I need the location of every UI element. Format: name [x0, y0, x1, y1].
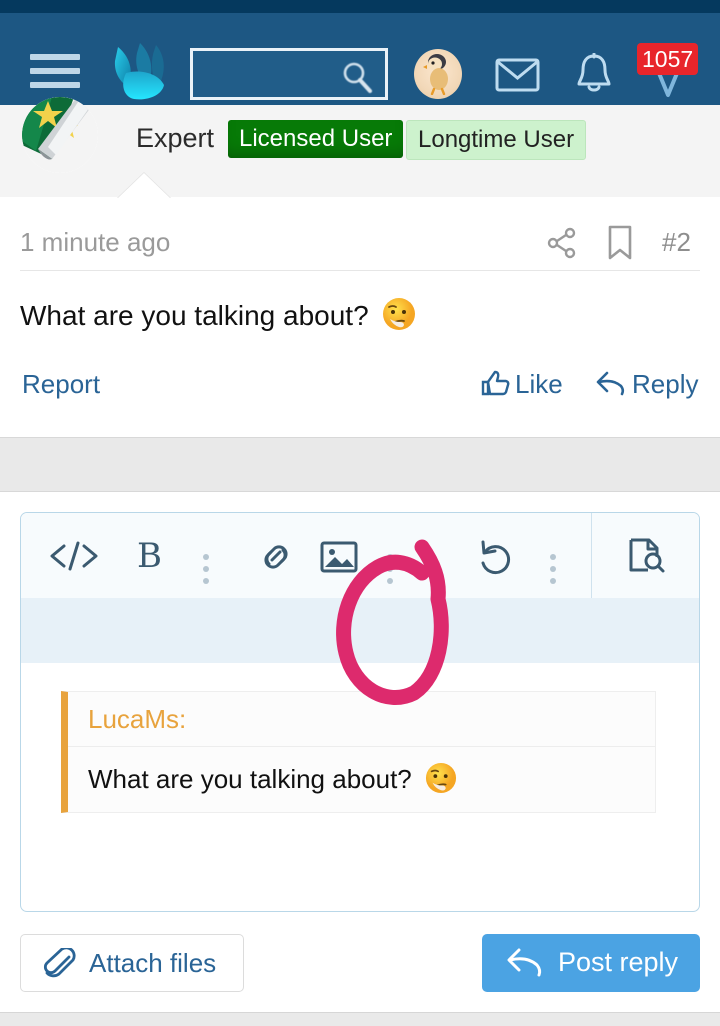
- attach-files-button[interactable]: Attach files: [20, 934, 244, 992]
- thinking-face-icon: [425, 762, 457, 801]
- post-caret: [118, 173, 170, 198]
- badge-longtime-user: Longtime User: [406, 120, 587, 160]
- undo-icon[interactable]: [477, 538, 517, 576]
- hamburger-icon[interactable]: [30, 54, 80, 88]
- code-icon[interactable]: [47, 538, 101, 574]
- post-number: #2: [662, 227, 691, 257]
- post-message-text: What are you talking about?: [20, 300, 369, 331]
- site-header: 1057: [0, 13, 720, 105]
- avatar[interactable]: [414, 49, 462, 99]
- thinking-face-icon: [382, 297, 416, 338]
- post-user-strip: Expert Licensed User Longtime User: [0, 97, 720, 198]
- post-reply-label: Post reply: [558, 947, 679, 977]
- post-author-avatar[interactable]: [22, 97, 98, 173]
- toolbar-divider: [591, 513, 592, 598]
- bell-icon[interactable]: [576, 53, 612, 95]
- more-dots-icon[interactable]: [203, 554, 209, 584]
- forum-page: 1057 Expert Licensed User Longtime User: [0, 0, 720, 1026]
- bottom-bar: [0, 1012, 720, 1026]
- user-title: Expert: [136, 123, 215, 153]
- post-timestamp: 1 minute ago: [20, 227, 171, 257]
- more-dots-icon[interactable]: [387, 554, 393, 584]
- post-reply-button[interactable]: Post reply: [482, 934, 700, 992]
- reply-arrow-icon: [507, 948, 542, 977]
- more-dots-icon[interactable]: [550, 554, 556, 584]
- reply-label: Reply: [632, 369, 699, 399]
- top-strip: [0, 0, 720, 13]
- search-field[interactable]: [199, 55, 343, 97]
- editor-toolbar-row-2: [21, 598, 699, 735]
- image-icon[interactable]: [320, 540, 358, 574]
- quote-text: What are you talking about?: [88, 762, 457, 801]
- section-separator: [0, 437, 720, 492]
- attach-files-label: Attach files: [89, 948, 217, 978]
- report-link[interactable]: Report: [22, 369, 100, 400]
- editor-toolbar-row-1: B: [21, 513, 699, 598]
- quote-text-content: What are you talking about?: [88, 764, 412, 794]
- alert-count-badge[interactable]: 1057: [637, 43, 699, 75]
- quote-author: LucaMs:: [88, 704, 187, 734]
- paperclip-icon: [43, 948, 76, 978]
- post-message: What are you talking about?: [20, 297, 416, 338]
- bold-icon[interactable]: B: [133, 536, 169, 576]
- like-button[interactable]: Like: [480, 369, 563, 400]
- document-preview-icon[interactable]: [626, 537, 666, 577]
- search-input[interactable]: [190, 48, 388, 100]
- reply-button[interactable]: Reply: [595, 369, 698, 400]
- search-icon: [343, 62, 372, 93]
- share-icon[interactable]: [546, 227, 578, 259]
- divider: [20, 270, 700, 271]
- bookmark-icon[interactable]: [606, 225, 634, 261]
- flame-logo[interactable]: [104, 39, 184, 105]
- envelope-icon[interactable]: [495, 57, 540, 93]
- link-icon[interactable]: [256, 538, 296, 576]
- like-label: Like: [515, 369, 563, 399]
- badge-licensed-user: Licensed User: [228, 120, 404, 158]
- reply-editor: B LucaMs: What are you talking about?: [20, 512, 700, 912]
- svg-text:B: B: [137, 536, 162, 576]
- quote-divider: [68, 746, 655, 747]
- post-body: 1 minute ago #2 What are you talking abo…: [0, 197, 720, 437]
- quote-block: LucaMs: What are you talking about?: [61, 691, 656, 813]
